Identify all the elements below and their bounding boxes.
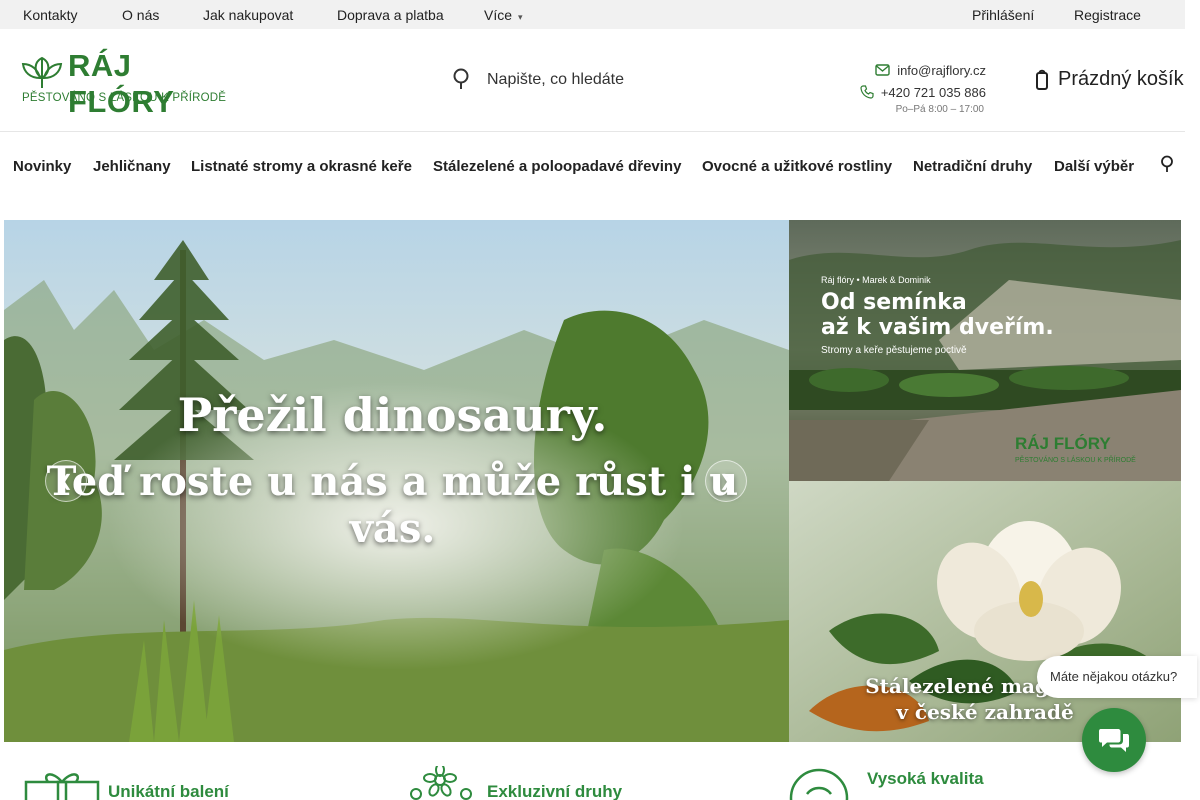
nav-item-listnate-stromy[interactable]: Listnaté stromy a okrasné keře xyxy=(191,158,412,175)
hero-headline: Přežil dinosaury. xyxy=(177,388,608,442)
chat-icon xyxy=(1099,729,1129,752)
search-input[interactable]: Napište, co hledáte xyxy=(487,71,624,89)
logo[interactable]: RÁJ FLÓRY PĚSTOVÁNO S LÁSKOU K PŘÍRODĚ xyxy=(20,46,226,119)
mail-icon xyxy=(875,64,890,76)
chevron-right-icon: ❯ xyxy=(719,473,733,490)
hero-subheadline: Teď roste u nás a může růst i u vás. xyxy=(46,458,739,552)
flower-icon xyxy=(410,766,472,800)
contact-info: info@rajflory.cz +420 721 035 886 Po–Pá … xyxy=(860,60,986,115)
email-link[interactable]: info@rajflory.cz xyxy=(897,63,986,78)
banner1-logo-title: RÁJ FLÓRY xyxy=(1015,434,1111,453)
logo-subtitle: PĚSTOVÁNO S LÁSKOU K PŘÍRODĚ xyxy=(22,92,227,104)
slider-next-button[interactable]: ❯ xyxy=(705,460,747,502)
banner-od-seminka[interactable]: Ráj flóry • Marek & Dominik Od semínka a… xyxy=(789,220,1181,481)
feature-title-vysoka-kvalita: Vysoká kvalita xyxy=(867,769,984,788)
banner1-subtitle: Stromy a keře pěstujeme poctivě xyxy=(821,345,967,356)
topbar-link-vice[interactable]: Více ▾ xyxy=(484,7,523,23)
nav-item-novinky[interactable]: Novinky xyxy=(13,158,71,175)
login-link[interactable]: Přihlášení xyxy=(972,7,1034,23)
nav-item-netradicni[interactable]: Netradiční druhy xyxy=(913,158,1032,175)
phone-row[interactable]: +420 721 035 886 xyxy=(860,82,986,102)
phone-icon xyxy=(860,85,874,99)
feature-title-exkluzivni-druhy: Exkluzivní druhy xyxy=(487,782,623,800)
nav-item-dalsi-vyber[interactable]: Další výběr xyxy=(1054,158,1134,175)
cart-icon xyxy=(1036,69,1048,90)
banner1-title-line2: až k vašim dveřím. xyxy=(821,315,1054,340)
chevron-down-icon: ▾ xyxy=(518,12,523,22)
feature-title-unikatni-baleni: Unikátní balení xyxy=(108,782,229,800)
nav-search-icon[interactable] xyxy=(1160,155,1176,173)
feature-unikatni-baleni: Unikátní balení xyxy=(24,766,324,800)
banner-magnolie[interactable]: Stálezelené magnolie v české zahradě xyxy=(789,481,1181,742)
hero-slider[interactable]: Přežil dinosaury. Teď roste u nás a může… xyxy=(4,220,789,742)
top-bar: Kontakty O nás Jak nakupovat Doprava a p… xyxy=(0,0,1185,29)
topbar-link-jak-nakupovat[interactable]: Jak nakupovat xyxy=(203,7,293,23)
logo-title: RÁJ FLÓRY xyxy=(68,48,175,119)
nav-item-jehlicnany[interactable]: Jehličnany xyxy=(93,158,171,175)
topbar-link-kontakty[interactable]: Kontakty xyxy=(23,7,77,23)
search-icon xyxy=(453,68,469,89)
email-row[interactable]: info@rajflory.cz xyxy=(860,60,986,80)
feature-vysoka-kvalita: Vysoká kvalita xyxy=(789,766,1089,800)
chevron-left-icon: ❮ xyxy=(59,473,73,490)
search-bar[interactable]: Napište, co hledáte xyxy=(452,66,712,94)
topbar-link-o-nas[interactable]: O nás xyxy=(122,7,159,23)
slider-prev-button[interactable]: ❮ xyxy=(45,460,87,502)
opening-hours: Po–Pá 8:00 – 17:00 xyxy=(895,104,984,115)
quality-leaf-icon xyxy=(789,768,849,800)
page: Kontakty O nás Jak nakupovat Doprava a p… xyxy=(0,0,1200,800)
cart-label: Prázdný košík xyxy=(1058,68,1184,90)
topbar-link-vice-label: Více xyxy=(484,7,513,23)
phone-link[interactable]: +420 721 035 886 xyxy=(881,85,986,100)
banner1-logo-subtitle: PĚSTOVÁNO S LÁSKOU K PŘÍRODĚ xyxy=(1015,457,1136,464)
leaf-logo-icon xyxy=(21,56,63,89)
topbar-link-doprava-a-platba[interactable]: Doprava a platba xyxy=(337,7,444,23)
cart-button[interactable]: Prázdný košík xyxy=(1036,68,1184,91)
banner1-title-line1: Od semínka xyxy=(821,290,967,315)
register-link[interactable]: Registrace xyxy=(1074,7,1141,23)
nav-item-stalezelene[interactable]: Stálezelené a poloopadavé dřeviny xyxy=(433,158,681,175)
chat-prompt-bubble[interactable]: Máte nějakou otázku? xyxy=(1037,656,1197,698)
feature-exkluzivni-druhy: Exkluzivní druhy xyxy=(402,766,722,800)
banner1-title: Od semínka až k vašim dveřím. xyxy=(821,290,1054,340)
gift-icon xyxy=(24,773,100,800)
nav-item-ovocne[interactable]: Ovocné a užitkové rostliny xyxy=(702,158,892,175)
header-divider xyxy=(0,131,1185,132)
chat-button[interactable] xyxy=(1082,708,1146,772)
main-navigation: Novinky Jehličnany Listnaté stromy a okr… xyxy=(0,155,1185,179)
banner1-authors: Ráj flóry • Marek & Dominik xyxy=(821,275,931,285)
